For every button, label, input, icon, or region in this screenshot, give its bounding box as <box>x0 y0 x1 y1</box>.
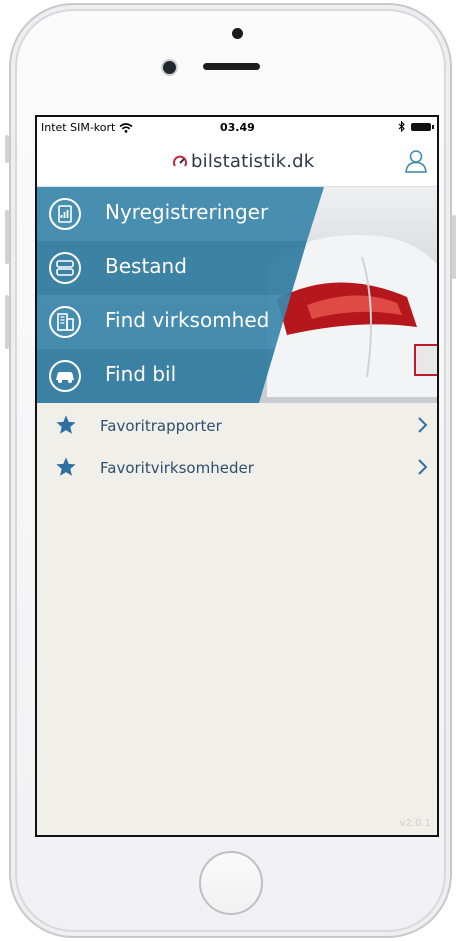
favorites-list: Favoritrapporter Favoritvirksomheder <box>37 404 437 488</box>
app-version: v2.0.1 <box>399 818 431 829</box>
hero-banner: Nyregistreringer Bestand Find virksomhed <box>37 187 437 403</box>
power-button <box>452 215 456 279</box>
menu-item-find-virksomhed[interactable]: Find virksomhed <box>37 295 437 349</box>
status-time: 03.49 <box>220 121 255 134</box>
carrier-label: Intet SIM-kort <box>41 121 116 134</box>
volume-up-button <box>5 210 9 264</box>
menu-item-bestand[interactable]: Bestand <box>37 241 437 295</box>
home-button[interactable] <box>199 851 263 915</box>
car-stock-icon <box>49 252 81 284</box>
status-right <box>398 121 434 132</box>
list-item-label: Favoritvirksomheder <box>100 459 254 477</box>
carrier-info: Intet SIM-kort <box>41 121 133 134</box>
status-bar: Intet SIM-kort 03.49 <box>37 117 437 137</box>
menu-item-find-bil[interactable]: Find bil <box>37 349 437 403</box>
wifi-icon <box>119 122 133 133</box>
bluetooth-icon <box>398 121 405 132</box>
company-building-icon <box>49 306 81 338</box>
nav-bar: bilstatistik.dk <box>37 137 437 187</box>
menu-label: Find bil <box>105 362 177 386</box>
user-account-icon[interactable] <box>403 148 429 174</box>
menu-label: Find virksomhed <box>105 308 270 332</box>
proximity-sensor <box>232 28 243 39</box>
app-screen: Intet SIM-kort 03.49 bilstatistik.dk Nyr… <box>35 115 439 837</box>
star-icon <box>56 415 76 434</box>
chevron-right-icon <box>418 459 427 475</box>
menu-label: Nyregistreringer <box>105 200 269 224</box>
battery-icon <box>411 122 434 131</box>
logo-text: bilstatistik.dk <box>191 151 315 172</box>
list-item-label: Favoritrapporter <box>100 417 222 435</box>
list-item-favoritrapporter[interactable]: Favoritrapporter <box>37 404 437 446</box>
star-icon <box>56 457 76 476</box>
chevron-right-icon <box>418 417 427 433</box>
front-camera <box>163 61 176 74</box>
speedometer-icon <box>173 155 187 167</box>
menu-label: Bestand <box>105 254 187 278</box>
car-icon <box>49 360 81 392</box>
volume-down-button <box>5 295 9 349</box>
earpiece-speaker <box>203 63 260 70</box>
brand-logo: bilstatistik.dk <box>172 151 314 172</box>
report-chart-icon <box>49 198 81 230</box>
list-item-favoritvirksomheder[interactable]: Favoritvirksomheder <box>37 446 437 488</box>
menu-item-nyregistreringer[interactable]: Nyregistreringer <box>37 187 437 241</box>
mute-switch <box>5 135 9 163</box>
